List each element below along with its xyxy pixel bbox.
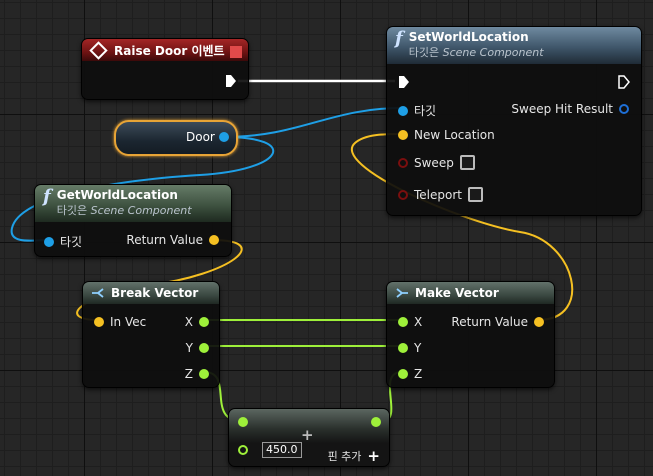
make-struct-icon (396, 288, 408, 298)
make-x-label: X (414, 315, 423, 329)
break-in-pin[interactable] (94, 317, 104, 327)
add-float-node[interactable]: 450.0 + 핀 추가 + (228, 408, 390, 467)
set-target-row[interactable]: 타깃 (398, 102, 436, 119)
make-z-pin[interactable] (398, 369, 408, 379)
exec-out-pin[interactable] (225, 74, 237, 88)
make-x-pin[interactable] (398, 317, 408, 327)
make-z-row[interactable]: Z (398, 367, 422, 381)
door-to-set-target-wire (223, 107, 403, 138)
teleport-pin[interactable] (398, 189, 408, 200)
function-icon: f (43, 186, 51, 207)
break-z-pin[interactable] (199, 369, 209, 379)
raise-door-event-node[interactable]: Raise Door 이벤트 (81, 38, 249, 100)
set-target-prefix: 타깃은 (408, 46, 440, 59)
make-vector-node[interactable]: Make Vector X Y Z Return Value (386, 281, 555, 388)
break-struct-icon (92, 288, 104, 298)
get-world-location-node[interactable]: f GetWorldLocation 타깃은 Scene Component 타… (34, 184, 232, 257)
sweep-hit-pin[interactable] (619, 104, 629, 114)
break-x-row[interactable]: X (185, 315, 209, 329)
event-header[interactable]: Raise Door 이벤트 (82, 39, 248, 61)
add-in-a-pin[interactable] (238, 417, 248, 427)
break-z-label: Z (184, 367, 193, 381)
new-location-label: New Location (414, 128, 495, 142)
add-out-pin[interactable] (371, 417, 381, 427)
set-world-location-title: SetWorldLocation (408, 30, 529, 44)
get-world-location-header[interactable]: f GetWorldLocation 타깃은 Scene Component (35, 185, 231, 222)
function-icon: f (395, 28, 403, 49)
add-operator-icon: + (301, 426, 314, 444)
sweep-label: Sweep (414, 155, 454, 170)
get-target-label: 타깃 (60, 235, 83, 249)
break-x-label: X (184, 315, 193, 329)
make-vector-title: Make Vector (415, 286, 499, 300)
break-y-pin[interactable] (199, 343, 209, 353)
event-title: Raise Door 이벤트 (114, 43, 225, 58)
door-out-pin[interactable] (219, 132, 229, 142)
add-value-field[interactable]: 450.0 (262, 442, 302, 458)
make-return-row[interactable]: Return Value (451, 315, 544, 329)
set-target-pin[interactable] (398, 105, 408, 116)
set-target-label: 타깃 (414, 104, 437, 118)
exec-in-pin[interactable] (398, 75, 410, 89)
exec-out-pin-set[interactable] (618, 75, 630, 89)
door-label: Door (186, 130, 215, 144)
make-return-pin[interactable] (534, 317, 544, 327)
break-y-label: Y (185, 341, 193, 355)
make-y-label: Y (414, 341, 422, 355)
sweep-hit-row[interactable]: Sweep Hit Result (511, 102, 629, 116)
sweep-row[interactable]: Sweep (398, 155, 475, 170)
set-world-location-node[interactable]: f SetWorldLocation 타깃은 Scene Component 타… (386, 26, 642, 216)
break-vector-header[interactable]: Break Vector (83, 282, 219, 304)
get-world-location-title: GetWorldLocation (56, 188, 178, 202)
add-in-b-pin[interactable] (238, 445, 248, 455)
break-in-label: In Vec (110, 315, 147, 329)
add-pin-button[interactable]: 핀 추가 + (328, 447, 380, 465)
sweep-checkbox[interactable] (459, 155, 475, 170)
make-y-pin[interactable] (398, 343, 408, 353)
teleport-label: Teleport (414, 187, 462, 202)
make-y-row[interactable]: Y (398, 341, 421, 355)
set-target-component: Scene Component (442, 46, 544, 59)
get-return-row[interactable]: Return Value (126, 233, 219, 247)
add-pin-label: 핀 추가 (327, 450, 362, 463)
teleport-checkbox[interactable] (468, 187, 483, 202)
break-y-row[interactable]: Y (186, 341, 209, 355)
teleport-row[interactable]: Teleport (398, 187, 483, 202)
break-vector-node[interactable]: Break Vector In Vec X Y Z (82, 281, 220, 388)
add-pin-plus-icon: + (367, 447, 380, 465)
sweep-pin[interactable] (398, 157, 408, 168)
new-location-pin[interactable] (398, 130, 408, 140)
new-location-row[interactable]: New Location (398, 128, 495, 142)
break-z-row[interactable]: Z (185, 367, 209, 381)
event-diamond-icon (89, 40, 108, 60)
break-x-pin[interactable] (199, 317, 209, 327)
get-target-component: Scene Component (90, 204, 192, 217)
delegate-pin-icon[interactable] (230, 46, 242, 58)
break-vector-title: Break Vector (111, 286, 199, 300)
get-target-pin[interactable] (44, 236, 54, 247)
get-target-prefix: 타깃은 (56, 204, 88, 217)
make-vector-header[interactable]: Make Vector (387, 282, 554, 304)
get-return-pin[interactable] (209, 235, 219, 245)
set-world-location-header[interactable]: f SetWorldLocation 타깃은 Scene Component (387, 27, 641, 64)
make-z-label: Z (414, 367, 423, 381)
get-target-row[interactable]: 타깃 (44, 233, 82, 250)
make-return-label: Return Value (451, 315, 528, 329)
make-x-row[interactable]: X (398, 315, 422, 329)
sweep-hit-label: Sweep Hit Result (511, 102, 613, 116)
door-variable-node[interactable]: Door (114, 120, 238, 156)
get-return-label: Return Value (126, 233, 203, 247)
break-in-row[interactable]: In Vec (94, 315, 146, 329)
